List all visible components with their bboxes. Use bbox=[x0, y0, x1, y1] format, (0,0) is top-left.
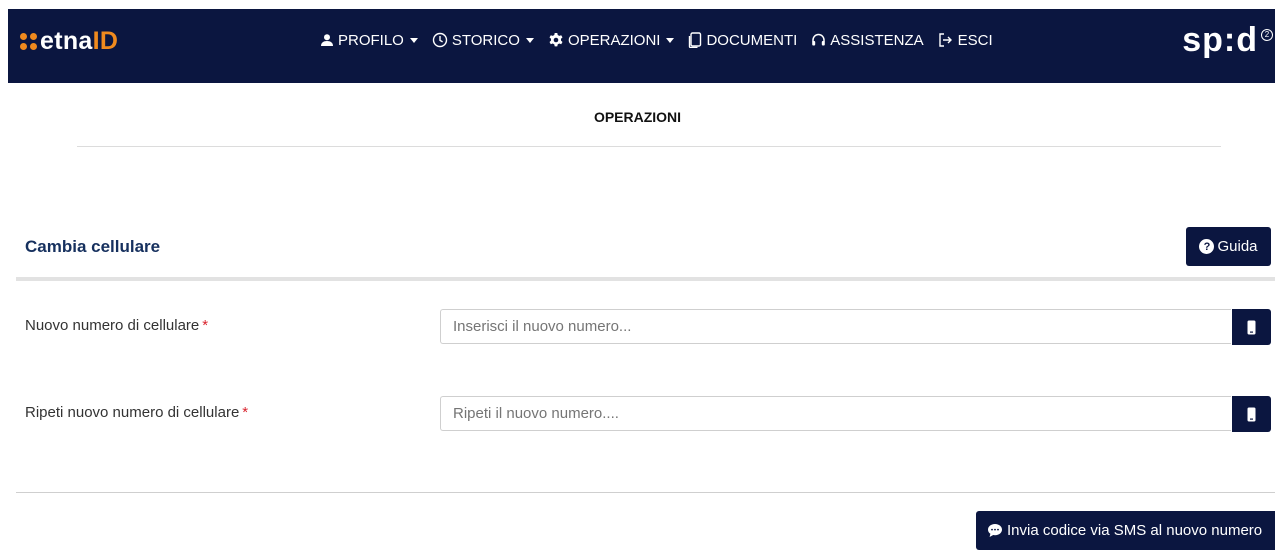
required-mark: * bbox=[242, 404, 249, 421]
top-navbar: etnaID PROFILO STORICO OPERAZIONI DOCUME… bbox=[8, 9, 1275, 83]
etnaid-logo[interactable]: etnaID bbox=[20, 26, 118, 56]
logout-icon bbox=[938, 33, 952, 47]
phone-addon-button[interactable] bbox=[1232, 396, 1271, 432]
main-nav: PROFILO STORICO OPERAZIONI DOCUMENTI ASS… bbox=[320, 29, 1007, 51]
repeat-phone-input[interactable] bbox=[440, 396, 1231, 431]
logo-suffix: ID bbox=[92, 26, 119, 55]
nav-item-profilo[interactable]: PROFILO bbox=[320, 32, 418, 49]
nav-label-operazioni: OPERAZIONI bbox=[567, 31, 661, 49]
page-title: OPERAZIONI bbox=[593, 109, 682, 125]
nav-item-operazioni[interactable]: OPERAZIONI bbox=[548, 32, 675, 49]
gear-icon bbox=[549, 33, 563, 47]
section-divider bbox=[16, 277, 1275, 281]
help-icon: ? bbox=[1199, 239, 1215, 254]
document-icon bbox=[689, 32, 702, 48]
send-sms-code-label: Invia codice via SMS al nuovo numero bbox=[1007, 522, 1263, 539]
spid-logo: sp:d 2 bbox=[1182, 23, 1273, 57]
new-phone-input[interactable] bbox=[440, 309, 1231, 344]
repeat-phone-label: Ripeti nuovo numero di cellulare * bbox=[25, 404, 249, 421]
guide-button-label: Guida bbox=[1217, 238, 1258, 255]
nav-item-documenti[interactable]: DOCUMENTI bbox=[688, 32, 797, 49]
nav-item-assistenza[interactable]: ASSISTENZA bbox=[811, 31, 924, 49]
mobile-phone-icon bbox=[1247, 320, 1256, 334]
nav-label-esci: ESCI bbox=[957, 31, 993, 49]
logo-prefix: etna bbox=[40, 26, 93, 55]
nav-item-esci[interactable]: ESCI bbox=[938, 32, 993, 49]
nav-label-assistenza: ASSISTENZA bbox=[830, 31, 924, 49]
form-divider bbox=[16, 492, 1275, 493]
section-title: Cambia cellulare bbox=[25, 237, 161, 256]
chat-bubble-icon bbox=[988, 524, 1002, 537]
mobile-phone-icon bbox=[1247, 407, 1256, 421]
spid-text: sp:d bbox=[1182, 21, 1258, 59]
new-phone-label: Nuovo numero di cellulare * bbox=[25, 317, 209, 334]
nav-label-documenti: DOCUMENTI bbox=[706, 31, 798, 49]
logo-dots-icon bbox=[20, 32, 37, 50]
user-icon bbox=[321, 34, 333, 46]
nav-label-profilo: PROFILO bbox=[338, 31, 404, 49]
nav-label-storico: STORICO bbox=[451, 31, 520, 49]
page: etnaID PROFILO STORICO OPERAZIONI DOCUME… bbox=[0, 0, 1275, 550]
chevron-down-icon bbox=[666, 37, 675, 43]
clock-icon bbox=[432, 32, 448, 48]
chevron-down-icon bbox=[409, 37, 418, 43]
headset-icon bbox=[812, 33, 826, 45]
guide-button[interactable]: ? Guida bbox=[1186, 227, 1271, 266]
send-sms-code-button[interactable]: Invia codice via SMS al nuovo numero bbox=[976, 511, 1275, 550]
nav-item-storico[interactable]: STORICO bbox=[432, 32, 534, 49]
title-divider bbox=[77, 146, 1221, 147]
phone-addon-button[interactable] bbox=[1232, 309, 1271, 345]
spid-level-badge: 2 bbox=[1261, 29, 1273, 41]
chevron-down-icon bbox=[525, 37, 534, 43]
required-mark: * bbox=[202, 317, 209, 334]
